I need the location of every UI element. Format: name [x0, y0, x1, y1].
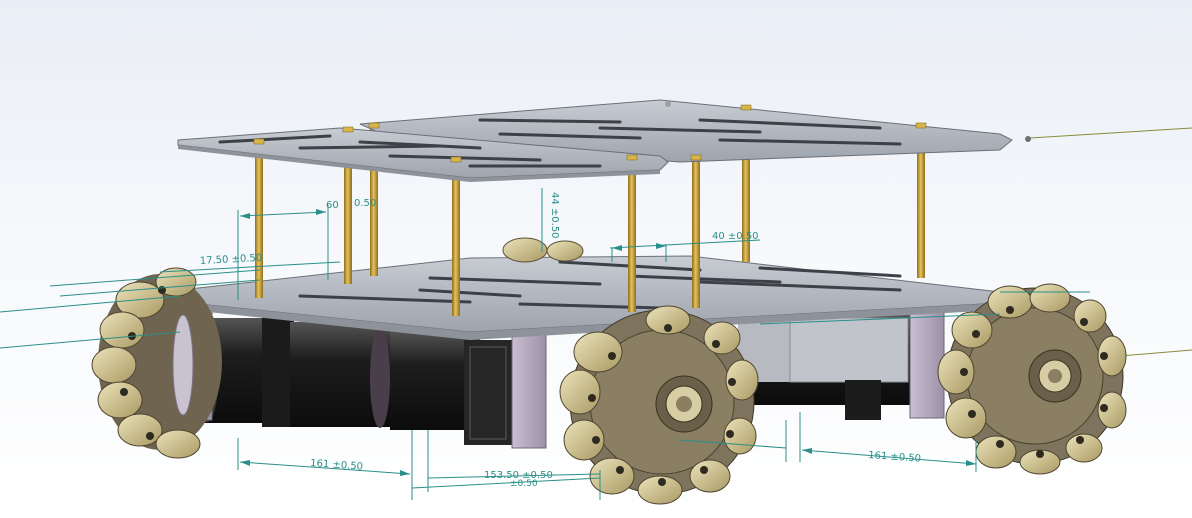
- bracket: [511, 329, 547, 449]
- mecanum-wheel-rear-right[interactable]: [937, 283, 1127, 475]
- robot-chassis-model[interactable]: 17.50 ±0.50 60 0.50 44 ±0.50 40 ±0.50 16…: [0, 0, 1192, 518]
- dim-161-right: 161 ±0.50: [868, 450, 922, 465]
- cad-viewport[interactable]: 17.50 ±0.50 60 0.50 44 ±0.50 40 ±0.50 16…: [0, 0, 1192, 518]
- dim-0-50: 0.50: [354, 198, 376, 209]
- dim-161-left: 161 ±0.50: [310, 458, 364, 473]
- dim-17-50: 17.50 ±0.50: [200, 253, 263, 267]
- dim-44: 44 ±0.50: [549, 192, 560, 239]
- dim-40: 40 ±0.50: [712, 231, 759, 242]
- motor-left-front[interactable]: [290, 322, 512, 445]
- motor-right-front[interactable]: [738, 315, 920, 420]
- centerline-lower: [1119, 349, 1192, 357]
- dim-60: 60: [326, 200, 339, 211]
- centerline-upper: [1029, 127, 1192, 139]
- dim-0-50-bottom: ±0.50: [510, 479, 538, 489]
